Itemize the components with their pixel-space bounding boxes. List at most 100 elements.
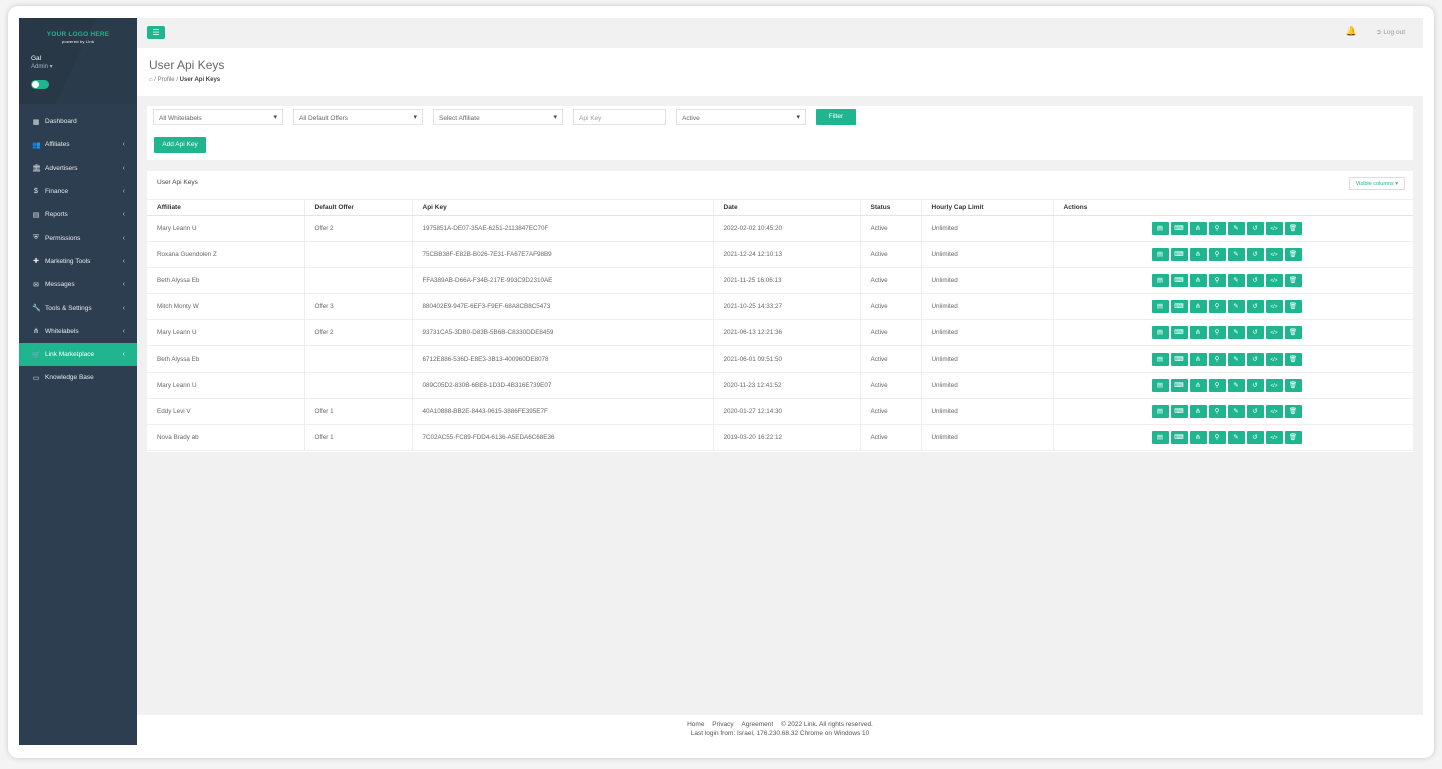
keyboard-action-button[interactable]: ⌨ — [1170, 326, 1188, 340]
user-role[interactable]: Admin ▾ — [31, 63, 53, 70]
column-header-default-offer[interactable]: Default Offer — [304, 199, 413, 216]
edit-action-button[interactable]: ✎ — [1227, 222, 1245, 236]
sitemap-action-button[interactable]: ⋔ — [1189, 248, 1207, 262]
code-action-button[interactable]: </> — [1265, 352, 1283, 366]
sidebar-item-tools-settings[interactable]: 🔧 Tools & Settings ‹ — [19, 296, 137, 319]
keyboard-action-button[interactable]: ⌨ — [1170, 222, 1188, 236]
trash-action-button[interactable]: 🗑 — [1284, 404, 1302, 418]
keyboard-action-button[interactable]: ⌨ — [1170, 274, 1188, 288]
sitemap-action-button[interactable]: ⋔ — [1189, 222, 1207, 236]
code-action-button[interactable]: </> — [1265, 222, 1283, 236]
pin-action-button[interactable]: ⚲ — [1208, 326, 1226, 340]
trash-action-button[interactable]: 🗑 — [1284, 222, 1302, 236]
pin-action-button[interactable]: ⚲ — [1208, 352, 1226, 366]
edit-action-button[interactable]: ✎ — [1227, 326, 1245, 340]
history-action-button[interactable]: ↺ — [1246, 378, 1264, 392]
column-header-date[interactable]: Date — [713, 199, 861, 216]
edit-action-button[interactable]: ✎ — [1227, 430, 1245, 444]
bell-icon[interactable]: 🔔 — [1346, 26, 1357, 37]
code-action-button[interactable]: </> — [1265, 430, 1283, 444]
trash-action-button[interactable]: 🗑 — [1284, 274, 1302, 288]
pin-action-button[interactable]: ⚲ — [1208, 430, 1226, 444]
keyboard-action-button[interactable]: ⌨ — [1170, 378, 1188, 392]
sitemap-action-button[interactable]: ⋔ — [1189, 430, 1207, 444]
whitelabels-select[interactable]: All Whitelabels ▾ — [153, 109, 283, 125]
code-action-button[interactable]: </> — [1265, 378, 1283, 392]
affiliate-select[interactable]: Select Affiliate ▾ — [433, 109, 563, 125]
sidebar-item-dashboard[interactable]: ▦ Dashboard — [19, 110, 137, 133]
sitemap-action-button[interactable]: ⋔ — [1189, 274, 1207, 288]
visible-columns-button[interactable]: Visible columns ▾ — [1348, 177, 1405, 190]
edit-action-button[interactable]: ✎ — [1227, 274, 1245, 288]
sidebar-item-whitelabels[interactable]: ⋔ Whitelabels ‹ — [19, 320, 137, 343]
footer-link-home[interactable]: Home — [687, 721, 704, 728]
footer-link-agreement[interactable]: Agreement — [741, 721, 773, 728]
trash-action-button[interactable]: 🗑 — [1284, 248, 1302, 262]
file-action-button[interactable]: ▤ — [1151, 430, 1169, 444]
home-icon[interactable]: ⌂ — [149, 77, 153, 83]
sidebar-item-advertisers[interactable]: 🏛 Advertisers ‹ — [19, 157, 137, 180]
code-action-button[interactable]: </> — [1265, 248, 1283, 262]
file-action-button[interactable]: ▤ — [1151, 274, 1169, 288]
file-action-button[interactable]: ▤ — [1151, 248, 1169, 262]
trash-action-button[interactable]: 🗑 — [1284, 378, 1302, 392]
sidebar-item-knowledge-base[interactable]: ▭ Knowledge Base — [19, 366, 137, 389]
default-offers-select[interactable]: All Default Offers ▾ — [293, 109, 423, 125]
keyboard-action-button[interactable]: ⌨ — [1170, 300, 1188, 314]
trash-action-button[interactable]: 🗑 — [1284, 430, 1302, 444]
edit-action-button[interactable]: ✎ — [1227, 378, 1245, 392]
keyboard-action-button[interactable]: ⌨ — [1170, 352, 1188, 366]
logout-link[interactable]: ➲ Log out — [1376, 28, 1405, 36]
user-menu[interactable]: Gal Admin ▾ — [31, 55, 53, 70]
add-api-key-button[interactable]: Add Api Key — [154, 137, 206, 153]
logo[interactable]: YOUR LOGO HERE powered by Link — [19, 31, 137, 44]
column-header-api-key[interactable]: Api Key — [412, 199, 714, 216]
filter-button[interactable]: Filter — [816, 109, 856, 125]
sitemap-action-button[interactable]: ⋔ — [1189, 404, 1207, 418]
file-action-button[interactable]: ▤ — [1151, 326, 1169, 340]
file-action-button[interactable]: ▤ — [1151, 300, 1169, 314]
trash-action-button[interactable]: 🗑 — [1284, 300, 1302, 314]
sidebar-item-reports[interactable]: ▤ Reports ‹ — [19, 203, 137, 226]
sidebar-toggle[interactable] — [31, 80, 49, 89]
history-action-button[interactable]: ↺ — [1246, 404, 1264, 418]
sidebar-item-finance[interactable]: $ Finance ‹ — [19, 180, 137, 203]
pin-action-button[interactable]: ⚲ — [1208, 404, 1226, 418]
code-action-button[interactable]: </> — [1265, 300, 1283, 314]
sitemap-action-button[interactable]: ⋔ — [1189, 352, 1207, 366]
sitemap-action-button[interactable]: ⋔ — [1189, 300, 1207, 314]
breadcrumb-profile[interactable]: Profile — [158, 77, 175, 83]
hamburger-menu-button[interactable]: ☰ — [147, 26, 165, 39]
keyboard-action-button[interactable]: ⌨ — [1170, 404, 1188, 418]
code-action-button[interactable]: </> — [1265, 274, 1283, 288]
history-action-button[interactable]: ↺ — [1246, 274, 1264, 288]
sidebar-item-marketing-tools[interactable]: ✚ Marketing Tools ‹ — [19, 250, 137, 273]
pin-action-button[interactable]: ⚲ — [1208, 378, 1226, 392]
edit-action-button[interactable]: ✎ — [1227, 300, 1245, 314]
sitemap-action-button[interactable]: ⋔ — [1189, 378, 1207, 392]
footer-link-privacy[interactable]: Privacy — [712, 721, 733, 728]
edit-action-button[interactable]: ✎ — [1227, 352, 1245, 366]
column-header-affiliate[interactable]: Affiliate — [147, 199, 305, 216]
sidebar-item-link-marketplace[interactable]: 🛒 Link Marketplace ‹ — [19, 342, 137, 367]
keyboard-action-button[interactable]: ⌨ — [1170, 248, 1188, 262]
file-action-button[interactable]: ▤ — [1151, 404, 1169, 418]
trash-action-button[interactable]: 🗑 — [1284, 326, 1302, 340]
sitemap-action-button[interactable]: ⋔ — [1189, 326, 1207, 340]
history-action-button[interactable]: ↺ — [1246, 222, 1264, 236]
sidebar-item-affiliates[interactable]: 👥 Affiliates ‹ — [19, 133, 137, 156]
pin-action-button[interactable]: ⚲ — [1208, 274, 1226, 288]
sidebar-item-messages[interactable]: ✉ Messages ‹ — [19, 273, 137, 296]
status-select[interactable]: Active ▾ — [676, 109, 806, 125]
pin-action-button[interactable]: ⚲ — [1208, 222, 1226, 236]
pin-action-button[interactable]: ⚲ — [1208, 248, 1226, 262]
history-action-button[interactable]: ↺ — [1246, 300, 1264, 314]
edit-action-button[interactable]: ✎ — [1227, 404, 1245, 418]
history-action-button[interactable]: ↺ — [1246, 352, 1264, 366]
pin-action-button[interactable]: ⚲ — [1208, 300, 1226, 314]
api-key-input[interactable]: Api Key — [573, 109, 666, 125]
column-header-hourly-cap[interactable]: Hourly Cap Limit — [921, 199, 1054, 216]
file-action-button[interactable]: ▤ — [1151, 352, 1169, 366]
file-action-button[interactable]: ▤ — [1151, 222, 1169, 236]
file-action-button[interactable]: ▤ — [1151, 378, 1169, 392]
